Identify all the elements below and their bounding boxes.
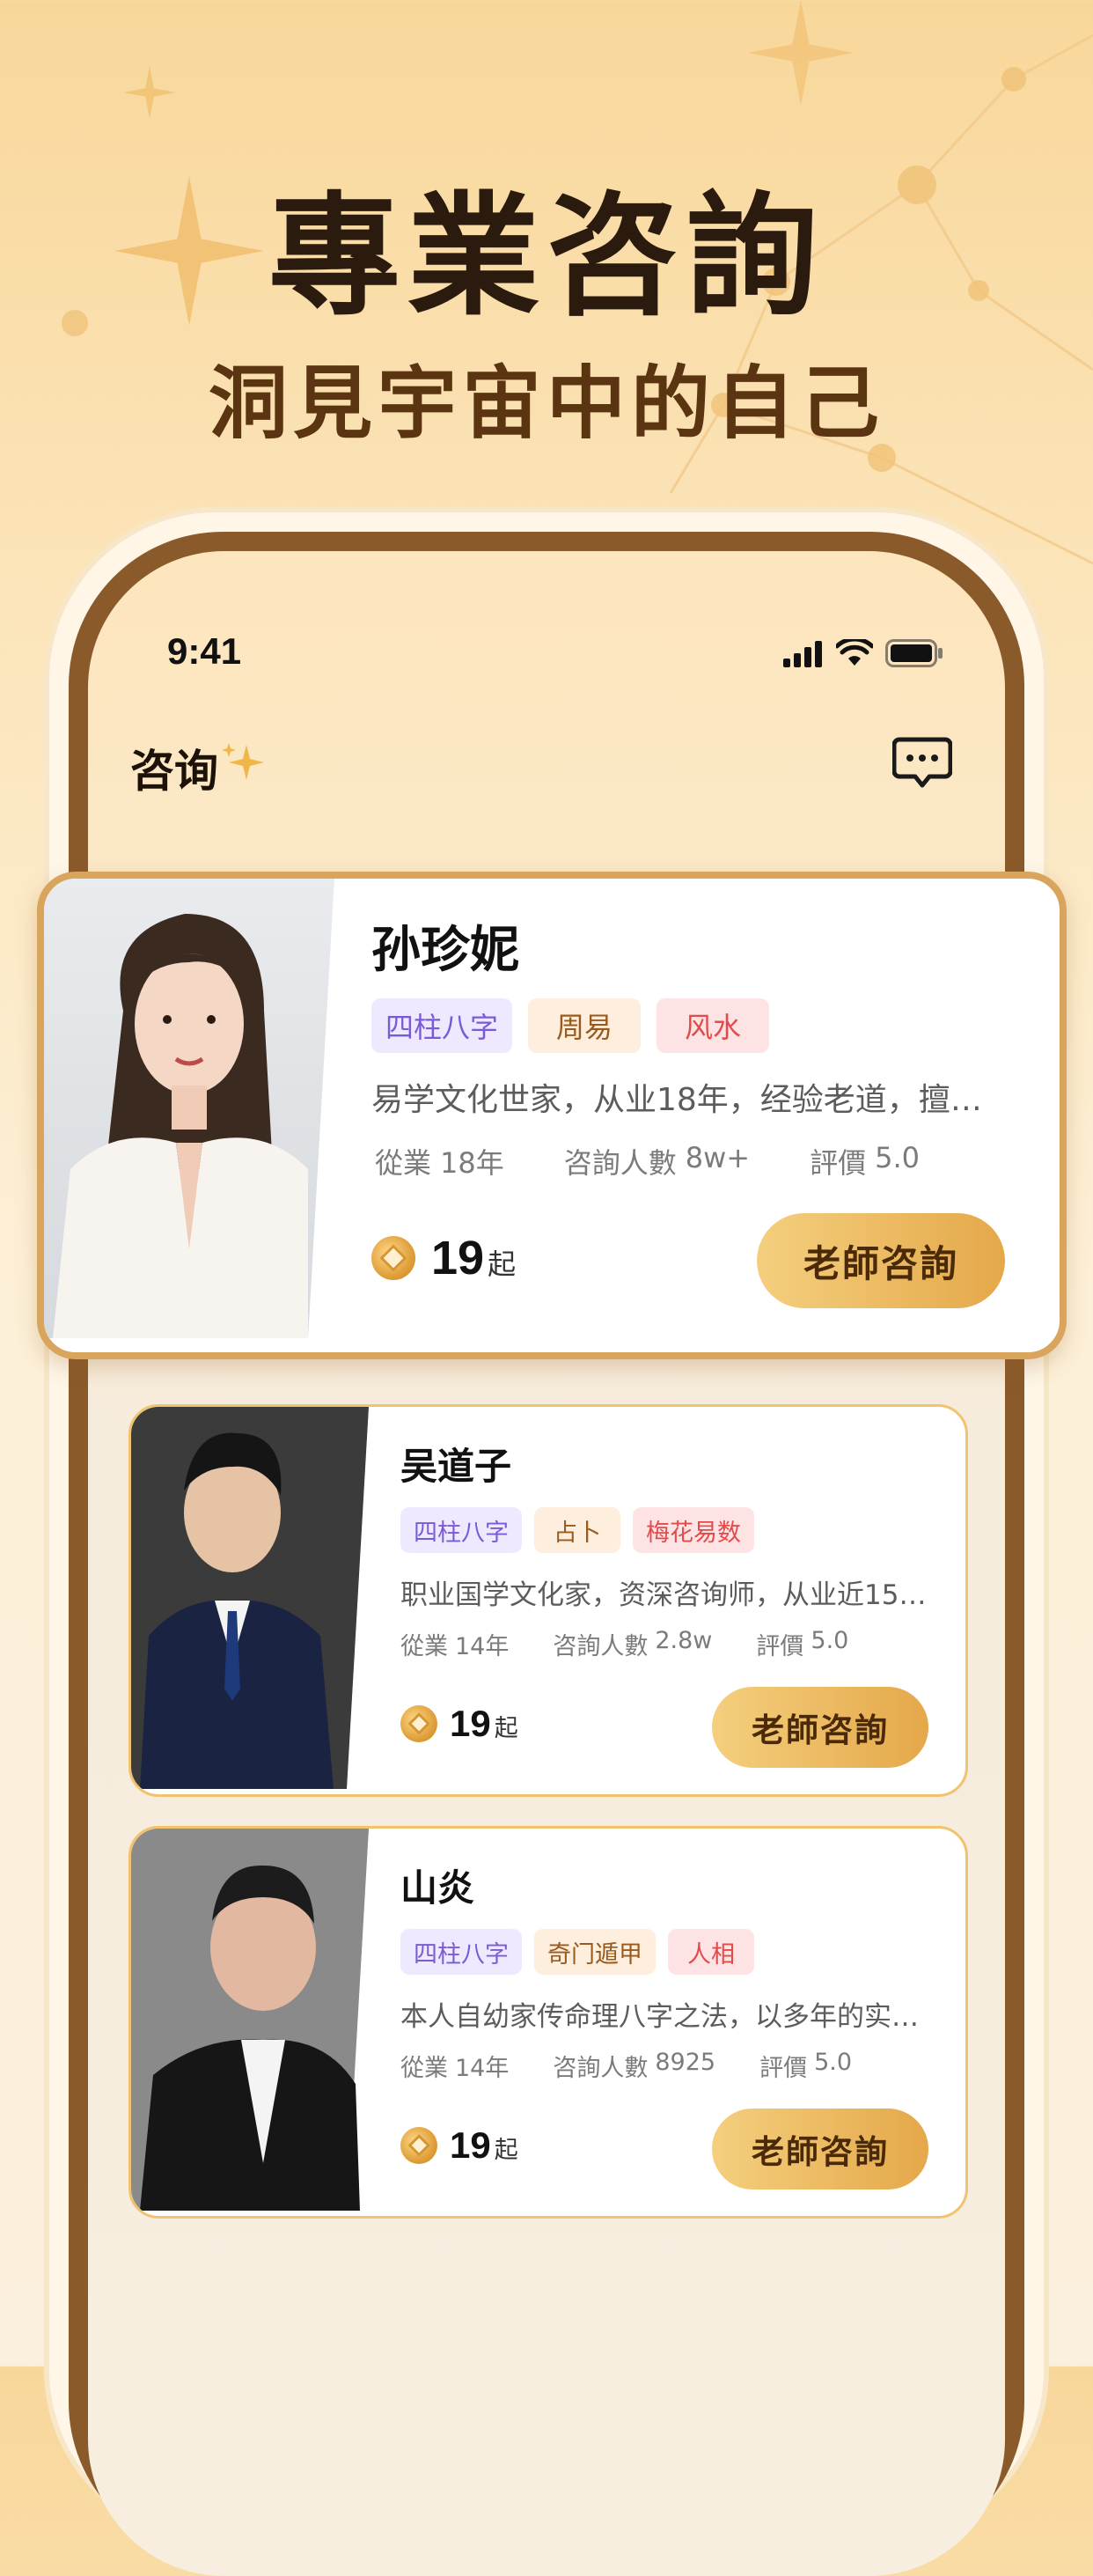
consultant-photo <box>131 1829 369 2211</box>
consult-button[interactable]: 老師咨詢 <box>712 2109 928 2190</box>
consultant-card[interactable]: 山炎 四柱八字 奇门遁甲 人相 本人自幼家传命理八字之法，以多年的实践… 從業 … <box>128 1826 968 2219</box>
consultant-name: 山炎 <box>400 1866 475 1910</box>
tag: 奇门遁甲 <box>534 1929 656 1975</box>
consultant-photo <box>131 1407 369 1789</box>
price-value: 19 <box>450 1703 491 1744</box>
clients-label: 咨詢人數 <box>563 1146 677 1180</box>
tag: 人相 <box>668 1929 754 1975</box>
coin-icon <box>400 1705 437 1742</box>
sparkle-icon <box>222 743 264 780</box>
rating-label: 評價 <box>759 2055 808 2082</box>
rating-label: 評價 <box>810 1146 867 1180</box>
consultant-name: 孙珍妮 <box>371 922 519 979</box>
years-value: 14年 <box>455 2055 510 2082</box>
tag-list: 四柱八字 占卜 梅花易数 <box>400 1507 754 1553</box>
tag: 风水 <box>657 998 769 1053</box>
clients-value: 2.8w <box>655 1627 713 1654</box>
consult-button[interactable]: 老師咨詢 <box>712 1687 928 1768</box>
hero-subtitle: 洞見宇宙中的自己 <box>209 357 884 450</box>
consultant-card[interactable]: 吴道子 四柱八字 占卜 梅花易数 职业国学文化家，资深咨询师，从业近15年… 從… <box>128 1404 968 1797</box>
coin-icon <box>400 2127 437 2164</box>
years-value: 14年 <box>455 1633 510 1660</box>
clients-label: 咨詢人數 <box>553 2055 649 2082</box>
consultant-card-featured[interactable]: 孙珍妮 四柱八字 周易 风水 易学文化世家，从业18年，经验老道，擅长… 從業 … <box>37 872 1067 1359</box>
coin-icon <box>371 1236 415 1280</box>
clients-label: 咨詢人數 <box>553 1633 649 1660</box>
tag-list: 四柱八字 奇门遁甲 人相 <box>400 1929 754 1975</box>
consultant-photo <box>44 879 334 1338</box>
tag: 梅花易数 <box>633 1507 754 1553</box>
consult-button[interactable]: 老師咨詢 <box>757 1213 1005 1308</box>
rating-value: 5.0 <box>811 1627 849 1654</box>
star-decoration <box>748 0 854 106</box>
tag-list: 四柱八字 周易 风水 <box>371 998 769 1053</box>
consultant-description: 本人自幼家传命理八字之法，以多年的实践… <box>400 2001 928 2033</box>
tag: 四柱八字 <box>400 1929 522 1975</box>
price-unit: 起 <box>488 1248 517 1281</box>
signal-icon <box>783 641 822 667</box>
price-value: 19 <box>450 2124 491 2166</box>
consultant-description: 易学文化世家，从业18年，经验老道，擅长… <box>371 1082 996 1118</box>
star-decoration <box>123 66 176 119</box>
consultant-stats: 從業 14年 咨詢人數 8925 評價 5.0 <box>400 2049 852 2083</box>
clients-value: 8925 <box>655 2049 716 2076</box>
status-icons <box>783 639 943 667</box>
price-unit: 起 <box>494 1715 518 1742</box>
page-title: 咨询 <box>130 746 218 797</box>
tag: 四柱八字 <box>400 1507 522 1553</box>
years-value: 18年 <box>440 1146 504 1180</box>
chat-bubble-icon[interactable] <box>892 736 952 791</box>
rating-value: 5.0 <box>814 2049 853 2076</box>
tag: 四柱八字 <box>371 998 512 1053</box>
consultant-stats: 從業 18年 咨詢人數 8w+ 評價 5.0 <box>375 1141 920 1181</box>
price: 19 起 <box>400 2124 518 2167</box>
battery-icon <box>885 639 943 667</box>
consultant-name: 吴道子 <box>400 1445 512 1488</box>
hero-title: 專業咨詢 <box>268 180 825 334</box>
clients-value: 8w+ <box>685 1141 751 1174</box>
price-unit: 起 <box>494 2137 518 2164</box>
tag: 周易 <box>528 998 641 1053</box>
price: 19 起 <box>400 1703 518 1745</box>
tag: 占卜 <box>534 1507 620 1553</box>
rating-value: 5.0 <box>875 1141 921 1174</box>
consultant-description: 职业国学文化家，资深咨询师，从业近15年… <box>400 1579 928 1611</box>
years-label: 從業 <box>375 1146 432 1180</box>
wifi-icon <box>836 639 873 666</box>
rating-label: 評價 <box>756 1633 804 1660</box>
price: 19 起 <box>371 1231 516 1285</box>
price-value: 19 <box>431 1232 485 1284</box>
status-time: 9:41 <box>167 630 242 672</box>
consultant-stats: 從業 14年 咨詢人數 2.8w 評價 5.0 <box>400 1627 848 1661</box>
years-label: 從業 <box>400 2055 448 2082</box>
years-label: 從業 <box>400 1633 448 1660</box>
